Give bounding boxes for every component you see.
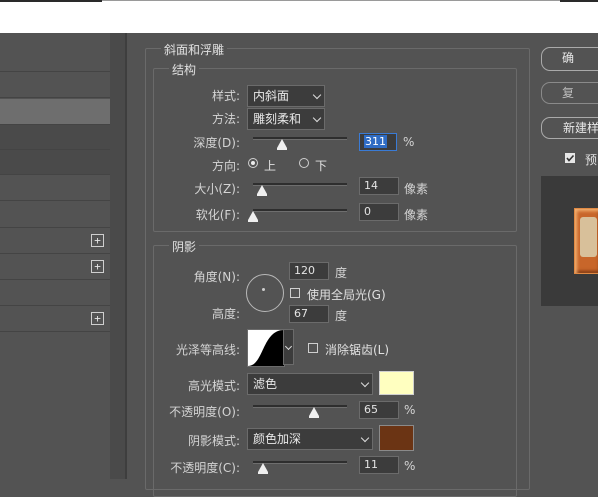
- shadow-opacity-input[interactable]: 11: [359, 456, 399, 474]
- reset-button[interactable]: 复: [541, 82, 598, 104]
- angle-input[interactable]: 120: [289, 262, 329, 280]
- divider: [125, 33, 127, 479]
- direction-down-radio[interactable]: [299, 158, 309, 168]
- list-item[interactable]: +: [0, 228, 110, 254]
- global-light-checkbox[interactable]: [290, 288, 300, 298]
- depth-label: 深度(D):: [193, 136, 240, 150]
- angle-unit: 度: [335, 266, 348, 280]
- chevron-down-icon: [312, 113, 322, 123]
- shadow-opacity-label: 不透明度(C):: [170, 461, 240, 475]
- highlight-color-swatch[interactable]: [379, 371, 414, 395]
- direction-down-label: 下: [315, 159, 328, 173]
- chevron-down-icon: [312, 90, 322, 100]
- preview-texture: [580, 217, 597, 257]
- size-unit: 像素: [404, 182, 429, 196]
- styles-list: + + +: [0, 33, 110, 479]
- chevron-down-icon: [284, 342, 293, 351]
- technique-select[interactable]: 雕刻柔和: [247, 108, 325, 130]
- global-light-label: 使用全局光(G): [307, 288, 386, 302]
- highlight-opacity-label: 不透明度(O):: [169, 405, 240, 419]
- size-slider-thumb[interactable]: [257, 185, 268, 196]
- top-bar: [0, 0, 598, 33]
- bevel-emboss-title: 斜面和浮雕: [161, 41, 228, 58]
- add-effect-icon[interactable]: +: [91, 234, 104, 247]
- direction-up-label: 上: [264, 159, 277, 173]
- depth-unit: %: [403, 135, 415, 149]
- list-item-selected[interactable]: [0, 99, 110, 125]
- shadow-opacity-thumb[interactable]: [258, 463, 269, 474]
- direction-label: 方向:: [211, 159, 240, 173]
- soften-slider-track[interactable]: [253, 209, 347, 212]
- shadow-mode-value: 颜色加深: [253, 432, 302, 446]
- highlight-mode-select[interactable]: 滤色: [247, 373, 373, 395]
- depth-slider-thumb[interactable]: [277, 139, 288, 150]
- gloss-contour-dropdown[interactable]: [283, 329, 294, 365]
- altitude-unit: 度: [335, 309, 348, 323]
- add-effect-icon[interactable]: +: [91, 260, 104, 273]
- reset-button-label: 复: [562, 86, 575, 100]
- preview-checkbox[interactable]: [565, 153, 575, 163]
- style-select[interactable]: 内斜面: [247, 85, 325, 107]
- add-effect-icon[interactable]: +: [91, 312, 104, 325]
- chevron-down-icon: [360, 378, 370, 388]
- depth-value: 311: [364, 135, 387, 148]
- depth-input[interactable]: 311: [359, 133, 397, 151]
- technique-label: 方法:: [211, 112, 240, 126]
- list-item[interactable]: [0, 280, 110, 306]
- altitude-input[interactable]: 67: [289, 305, 329, 323]
- ok-button[interactable]: 确: [541, 47, 598, 71]
- chevron-down-icon: [360, 433, 370, 443]
- structure-title: 结构: [169, 61, 200, 78]
- list-scrollbar[interactable]: [110, 33, 125, 479]
- new-style-button-label: 新建样: [563, 121, 598, 135]
- list-item[interactable]: [0, 33, 110, 72]
- anti-aliased-label: 消除锯齿(L): [325, 343, 390, 357]
- top-edge-right: [560, 0, 598, 2]
- soften-unit: 像素: [404, 208, 429, 222]
- contour-curve-icon: [248, 330, 284, 366]
- gloss-contour-preview[interactable]: [247, 329, 285, 367]
- shadow-opacity-unit: %: [404, 459, 416, 473]
- new-style-button[interactable]: 新建样: [541, 117, 598, 139]
- anti-aliased-checkbox[interactable]: [308, 343, 318, 353]
- gloss-contour-label: 光泽等高线:: [175, 343, 240, 357]
- shading-title: 阴影: [169, 238, 200, 255]
- altitude-label: 高度:: [211, 307, 240, 321]
- angle-dial-crosshair-icon: [262, 288, 265, 291]
- style-value: 内斜面: [253, 89, 290, 103]
- preview-label: 预: [585, 153, 598, 167]
- soften-input[interactable]: 0: [359, 203, 399, 221]
- list-item[interactable]: [0, 150, 110, 175]
- highlight-mode-label: 高光模式:: [187, 379, 240, 393]
- angle-label: 角度(N):: [193, 270, 240, 284]
- highlight-opacity-track[interactable]: [253, 405, 347, 408]
- technique-value: 雕刻柔和: [253, 112, 302, 126]
- list-item[interactable]: +: [0, 254, 110, 280]
- list-item[interactable]: [0, 125, 110, 150]
- ok-button-label: 确: [562, 51, 575, 65]
- highlight-opacity-thumb[interactable]: [309, 407, 320, 418]
- top-edge-left: [0, 0, 102, 2]
- soften-slider-thumb[interactable]: [248, 211, 258, 222]
- highlight-mode-value: 滤色: [253, 377, 278, 391]
- highlight-opacity-input[interactable]: 65: [359, 401, 399, 419]
- preview-swatch: [574, 208, 598, 274]
- highlight-opacity-unit: %: [404, 403, 416, 417]
- size-label: 大小(Z):: [194, 182, 240, 196]
- direction-up-radio[interactable]: [248, 158, 258, 168]
- angle-dial[interactable]: [246, 274, 284, 312]
- style-label: 样式:: [211, 89, 240, 103]
- list-item[interactable]: [0, 201, 110, 228]
- checkmark-icon: [566, 154, 575, 162]
- shadow-mode-select[interactable]: 颜色加深: [247, 428, 373, 450]
- list-item[interactable]: +: [0, 306, 110, 332]
- depth-slider-track[interactable]: [253, 137, 347, 140]
- shadow-color-swatch[interactable]: [379, 425, 414, 451]
- soften-label: 软化(F):: [195, 208, 240, 222]
- list-item[interactable]: [0, 72, 110, 98]
- style-preview: [541, 176, 598, 306]
- list-item[interactable]: [0, 175, 110, 201]
- shadow-mode-label: 阴影模式:: [187, 434, 240, 448]
- size-input[interactable]: 14: [359, 177, 399, 195]
